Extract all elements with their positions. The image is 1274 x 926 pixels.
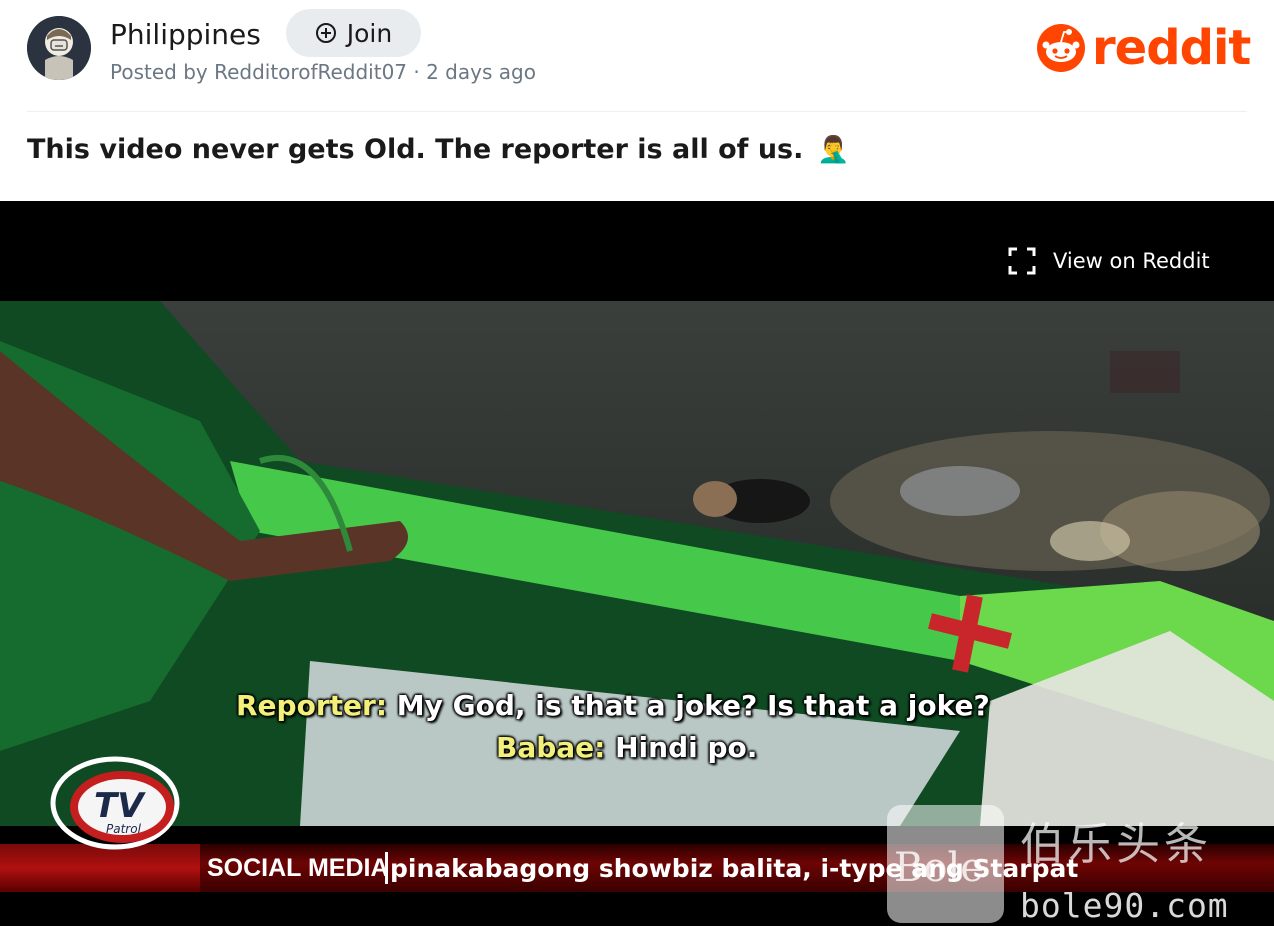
avatar-image (27, 16, 91, 80)
watermark-domain: bole90.com (1020, 886, 1229, 925)
ticker-separator (385, 852, 388, 884)
post-header: Philippines Join Posted by RedditorofRed… (0, 0, 1274, 110)
ticker-accent (0, 844, 200, 892)
subtitle-speaker-1: Reporter: (236, 689, 388, 722)
reddit-snoo-icon (1037, 24, 1085, 72)
reddit-wordmark: reddit (1092, 20, 1251, 76)
tv-logo-sub: Patrol (106, 822, 142, 836)
community-avatar[interactable] (27, 16, 91, 80)
subtitle-line-2: Babae: Hindi po. (496, 731, 757, 764)
watermark-bole-text: Bole (894, 845, 984, 891)
view-on-reddit-label: View on Reddit (1053, 249, 1210, 273)
video-player[interactable]: View on Reddit Reporter: My God, is that… (0, 201, 1274, 926)
tv-patrol-logo: TV Patrol (48, 751, 182, 851)
subtitle-speaker-2: Babae: (496, 731, 606, 764)
header-divider (27, 111, 1247, 112)
reddit-logo: reddit (1036, 20, 1251, 76)
tv-logo-text: TV (94, 786, 146, 826)
ticker-label: SOCIAL MEDIA (207, 854, 389, 882)
plus-circle-icon (315, 23, 336, 43)
post-title[interactable]: This video never gets Old. The reporter … (27, 134, 850, 165)
community-name[interactable]: Philippines (110, 18, 261, 51)
post-title-text: This video never gets Old. The reporter … (27, 134, 804, 165)
subtitle-text-2: Hindi po. (615, 731, 758, 764)
watermark-chinese-text: 伯乐头条 (1020, 819, 1212, 870)
tv-patrol-logo-icon: TV Patrol (50, 756, 180, 850)
join-label: Join (346, 18, 393, 48)
posted-by-line: Posted by RedditorofReddit07 · 2 days ag… (110, 60, 536, 84)
subtitle-line-1: Reporter: My God, is that a joke? Is tha… (236, 689, 990, 722)
join-button[interactable]: Join (286, 9, 421, 57)
subtitle-text-1: My God, is that a joke? Is that a joke? (396, 689, 990, 722)
view-on-reddit-button[interactable]: View on Reddit (1007, 246, 1210, 276)
facepalm-emoji: 🤦‍♂️ (817, 134, 850, 165)
expand-icon (1008, 247, 1036, 275)
